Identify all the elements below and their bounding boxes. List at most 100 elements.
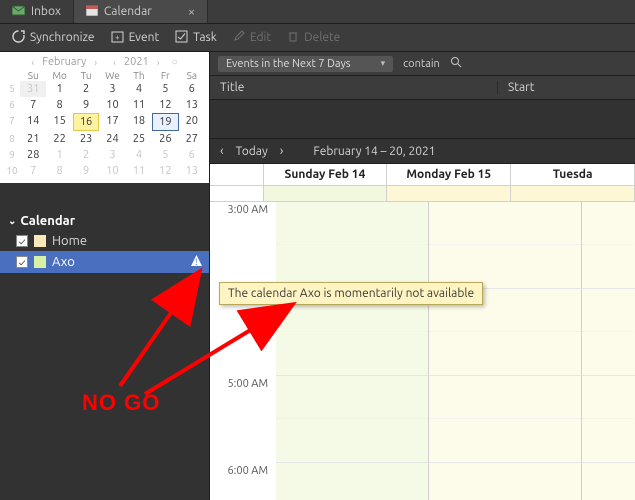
- mini-cal-day[interactable]: 19: [152, 113, 178, 131]
- mini-cal-day[interactable]: 4: [126, 147, 152, 163]
- mini-cal-day[interactable]: 2: [73, 81, 99, 97]
- mini-cal-day[interactable]: 6: [179, 81, 205, 97]
- mini-cal-day[interactable]: 7: [20, 97, 46, 113]
- mini-cal-day[interactable]: 5: [152, 81, 178, 97]
- today-button[interactable]: Today: [236, 145, 268, 158]
- mini-cal-day[interactable]: 26: [152, 131, 178, 147]
- search-icon[interactable]: [450, 56, 462, 71]
- allday-cell[interactable]: [387, 186, 511, 201]
- next-month-icon[interactable]: ›: [91, 57, 100, 68]
- allday-cell[interactable]: [264, 186, 388, 201]
- hour-label: 3:00 AM: [210, 202, 276, 289]
- time-labels: 3:00 AM5:00 AM6:00 AM7:00 AM: [210, 202, 276, 500]
- event-icon: +: [111, 30, 124, 46]
- mini-cal-day[interactable]: 1: [46, 81, 72, 97]
- mini-cal-day[interactable]: 17: [99, 113, 125, 131]
- prev-month-icon[interactable]: ‹: [28, 57, 37, 68]
- mini-cal-day[interactable]: 4: [126, 81, 152, 97]
- mini-cal-day[interactable]: 6: [179, 147, 205, 163]
- hour-cell[interactable]: [582, 202, 635, 289]
- mini-cal-day[interactable]: 14: [20, 113, 46, 131]
- allday-cell[interactable]: [511, 186, 635, 201]
- mini-cal-day[interactable]: 15: [46, 113, 72, 131]
- next-year-icon[interactable]: ›: [154, 57, 163, 68]
- new-task-button[interactable]: Task: [169, 27, 223, 49]
- hour-cell[interactable]: [582, 376, 635, 463]
- warning-icon[interactable]: !: [190, 254, 203, 270]
- day-column-sun[interactable]: [276, 202, 429, 500]
- mini-cal-day[interactable]: 23: [73, 131, 99, 147]
- svg-text:!: !: [195, 257, 197, 267]
- mini-cal-day[interactable]: 31: [20, 81, 46, 97]
- mini-cal-day[interactable]: 3: [99, 81, 125, 97]
- mini-cal-day[interactable]: 12: [152, 163, 178, 179]
- mini-cal-day[interactable]: 9: [73, 163, 99, 179]
- hour-cell[interactable]: [429, 376, 582, 463]
- mail-icon: [12, 5, 25, 19]
- hour-cell[interactable]: [276, 376, 429, 463]
- mini-cal-day[interactable]: 16: [73, 113, 99, 131]
- calendar-color-swatch: [34, 235, 46, 247]
- mini-cal-day[interactable]: 27: [179, 131, 205, 147]
- mini-cal-day[interactable]: 12: [152, 97, 178, 113]
- tab-calendar[interactable]: Calendar ×: [74, 0, 208, 23]
- day-column-mon[interactable]: [429, 202, 582, 500]
- mini-cal-day[interactable]: 3: [99, 147, 125, 163]
- mini-cal-day[interactable]: 11: [126, 97, 152, 113]
- mini-cal-day[interactable]: 25: [126, 131, 152, 147]
- hour-cell[interactable]: [429, 202, 582, 289]
- mini-cal-day[interactable]: 18: [126, 113, 152, 131]
- mini-cal-day[interactable]: 10: [99, 97, 125, 113]
- tab-inbox[interactable]: Inbox: [0, 0, 74, 23]
- mini-cal-today-icon[interactable]: ○: [169, 56, 181, 68]
- svg-text:+: +: [115, 33, 120, 42]
- mini-cal-day[interactable]: 22: [46, 131, 72, 147]
- checkbox-icon[interactable]: ✓: [16, 256, 28, 268]
- mini-cal-day[interactable]: 11: [126, 163, 152, 179]
- next-week-icon[interactable]: ›: [280, 144, 284, 158]
- delete-button[interactable]: Delete: [281, 27, 346, 48]
- edit-button[interactable]: Edit: [227, 27, 277, 48]
- task-icon: [175, 30, 188, 46]
- range-combo[interactable]: Events in the Next 7 Days ▾: [218, 56, 393, 72]
- mini-cal-day[interactable]: 7: [20, 163, 46, 179]
- mini-calendar[interactable]: ‹ February › ‹ 2021 › ○ SuMoTuWeThFrSa 5…: [0, 52, 209, 183]
- mini-cal-day[interactable]: 24: [99, 131, 125, 147]
- synchronize-button[interactable]: Synchronize: [6, 27, 101, 49]
- mini-cal-day[interactable]: 2: [73, 147, 99, 163]
- prev-week-icon[interactable]: ‹: [220, 144, 224, 158]
- day-header-mon[interactable]: Monday Feb 15: [387, 164, 511, 185]
- mini-cal-day[interactable]: 21: [20, 131, 46, 147]
- mini-cal-day[interactable]: 8: [46, 97, 72, 113]
- mini-cal-year[interactable]: 2021: [121, 56, 152, 68]
- calendar-tree-heading[interactable]: ⌄ Calendar: [0, 211, 209, 231]
- week-grid: Sunday Feb 14 Monday Feb 15 Tuesda 3:00 …: [210, 164, 635, 500]
- hour-cell[interactable]: [582, 289, 635, 376]
- checkbox-icon[interactable]: ✓: [16, 235, 28, 247]
- hour-cell[interactable]: [429, 463, 582, 500]
- close-icon[interactable]: ×: [188, 5, 195, 19]
- hour-cell[interactable]: [276, 463, 429, 500]
- mini-cal-month[interactable]: February: [39, 56, 89, 68]
- mini-cal-header: ‹ February › ‹ 2021 › ○: [4, 54, 205, 70]
- hour-cell[interactable]: [276, 202, 429, 289]
- column-start[interactable]: Start: [498, 81, 635, 94]
- mini-cal-day[interactable]: 9: [73, 97, 99, 113]
- new-event-button[interactable]: + Event: [105, 27, 166, 49]
- mini-cal-day[interactable]: 28: [20, 147, 46, 163]
- mini-cal-day[interactable]: 13: [179, 163, 205, 179]
- mini-cal-day[interactable]: 1: [46, 147, 72, 163]
- day-column-tue[interactable]: [582, 202, 635, 500]
- column-title[interactable]: Title: [210, 81, 498, 94]
- calendar-item-home[interactable]: ✓ Home: [0, 231, 209, 251]
- prev-year-icon[interactable]: ‹: [110, 57, 119, 68]
- calendar-item-axo[interactable]: ✓ Axo !: [0, 251, 209, 273]
- day-header-tue[interactable]: Tuesda: [511, 164, 635, 185]
- mini-cal-day[interactable]: 20: [179, 113, 205, 131]
- day-header-sun[interactable]: Sunday Feb 14: [264, 164, 388, 185]
- mini-cal-day[interactable]: 8: [46, 163, 72, 179]
- mini-cal-day[interactable]: 13: [179, 97, 205, 113]
- hour-cell[interactable]: [582, 463, 635, 500]
- mini-cal-day[interactable]: 5: [152, 147, 178, 163]
- mini-cal-day[interactable]: 10: [99, 163, 125, 179]
